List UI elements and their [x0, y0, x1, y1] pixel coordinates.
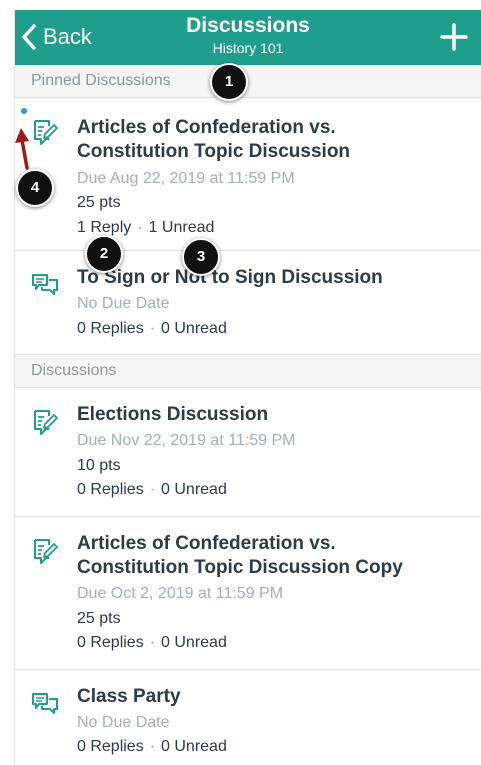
- reply-counts: 0 Replies · 0 Unread: [77, 634, 227, 652]
- separator-dot: ·: [149, 320, 156, 337]
- discussion-row-3[interactable]: Class Party No Due Date 0 Replies · 0 Unre…: [15, 670, 481, 765]
- replies-count: 0 Replies: [77, 738, 144, 755]
- separator-dot: ·: [149, 738, 156, 755]
- discussion-icon: [32, 274, 58, 295]
- discussion-row-1[interactable]: Elections Discussion Due Nov 22, 2019 at…: [15, 388, 481, 517]
- add-discussion-button[interactable]: [439, 22, 469, 52]
- discussion-title-line-2: Constitution Topic Discussion Copy: [77, 557, 403, 578]
- discussion-row-pinned-2[interactable]: To Sign or Not to Sign Discussion No Due…: [15, 251, 481, 355]
- due-date: Due Oct 2, 2019 at 11:59 PM: [77, 585, 284, 602]
- points: 10 pts: [77, 457, 121, 474]
- discussion-row-2[interactable]: Articles of Confederation vs. Constituti…: [15, 517, 481, 670]
- callout-1: 1: [210, 63, 248, 101]
- due-date: Due Nov 22, 2019 at 11:59 PM: [77, 432, 296, 449]
- discussion-title-line-1: Articles of Confederation vs.: [77, 533, 336, 554]
- course-subtitle: History 101: [212, 40, 284, 56]
- separator-dot: ·: [137, 219, 143, 236]
- discussion-title-line-2: Constitution Topic Discussion: [77, 141, 351, 162]
- unread-indicator-dot: [21, 108, 27, 114]
- points: 25 pts: [77, 194, 121, 211]
- reply-counts: 1 Reply · 1 Unread: [77, 219, 214, 237]
- reply-counts: 0 Replies · 0 Unread: [77, 738, 227, 756]
- discussion-title-line-1: Articles of Confederation vs.: [77, 117, 336, 138]
- callout-3: 3: [182, 238, 220, 276]
- replies-count: 0 Replies: [77, 481, 144, 498]
- discussion-title: Class Party: [77, 686, 181, 707]
- reply-counts: 0 Replies · 0 Unread: [77, 481, 227, 499]
- replies-count: 1 Reply: [77, 219, 132, 236]
- due-date: No Due Date: [77, 714, 170, 731]
- assignment-discussion-icon: [34, 410, 58, 435]
- plus-icon: [440, 23, 468, 51]
- discussion-row-pinned-1[interactable]: Articles of Confederation vs. Constituti…: [15, 98, 481, 251]
- callout-2: 2: [85, 235, 123, 273]
- discussion-title: Articles of Confederation vs. Constituti…: [77, 532, 477, 580]
- navigation-bar: Back Discussions History 101: [15, 10, 481, 65]
- separator-dot: ·: [149, 481, 156, 498]
- replies-count: 0 Replies: [77, 320, 144, 337]
- discussion-title: Articles of Confederation vs. Constituti…: [77, 116, 477, 164]
- discussion-icon: [32, 693, 58, 714]
- assignment-discussion-icon: [34, 539, 58, 564]
- discussion-title: Elections Discussion: [77, 404, 269, 425]
- pinned-discussions-header: Pinned Discussions: [15, 65, 481, 98]
- callout-4: 4: [16, 169, 54, 207]
- reply-counts: 0 Replies · 0 Unread: [77, 320, 227, 338]
- unread-count: 0 Unread: [161, 481, 227, 498]
- unread-count: 0 Unread: [161, 320, 227, 337]
- unread-count: 1 Unread: [148, 219, 215, 236]
- assignment-discussion-icon: [34, 120, 58, 145]
- page-title: Discussions: [186, 14, 310, 37]
- replies-count: 0 Replies: [77, 634, 144, 651]
- app-screen: Back Discussions History 101 Pinned Disc…: [14, 10, 481, 765]
- due-date: Due Aug 22, 2019 at 11:59 PM: [77, 170, 295, 187]
- discussion-title: To Sign or Not to Sign Discussion: [77, 267, 383, 288]
- unread-count: 0 Unread: [161, 634, 227, 651]
- discussions-header: Discussions: [15, 355, 481, 388]
- unread-count: 0 Unread: [161, 738, 227, 755]
- points: 25 pts: [77, 610, 121, 627]
- due-date: No Due Date: [77, 295, 170, 312]
- separator-dot: ·: [149, 634, 156, 651]
